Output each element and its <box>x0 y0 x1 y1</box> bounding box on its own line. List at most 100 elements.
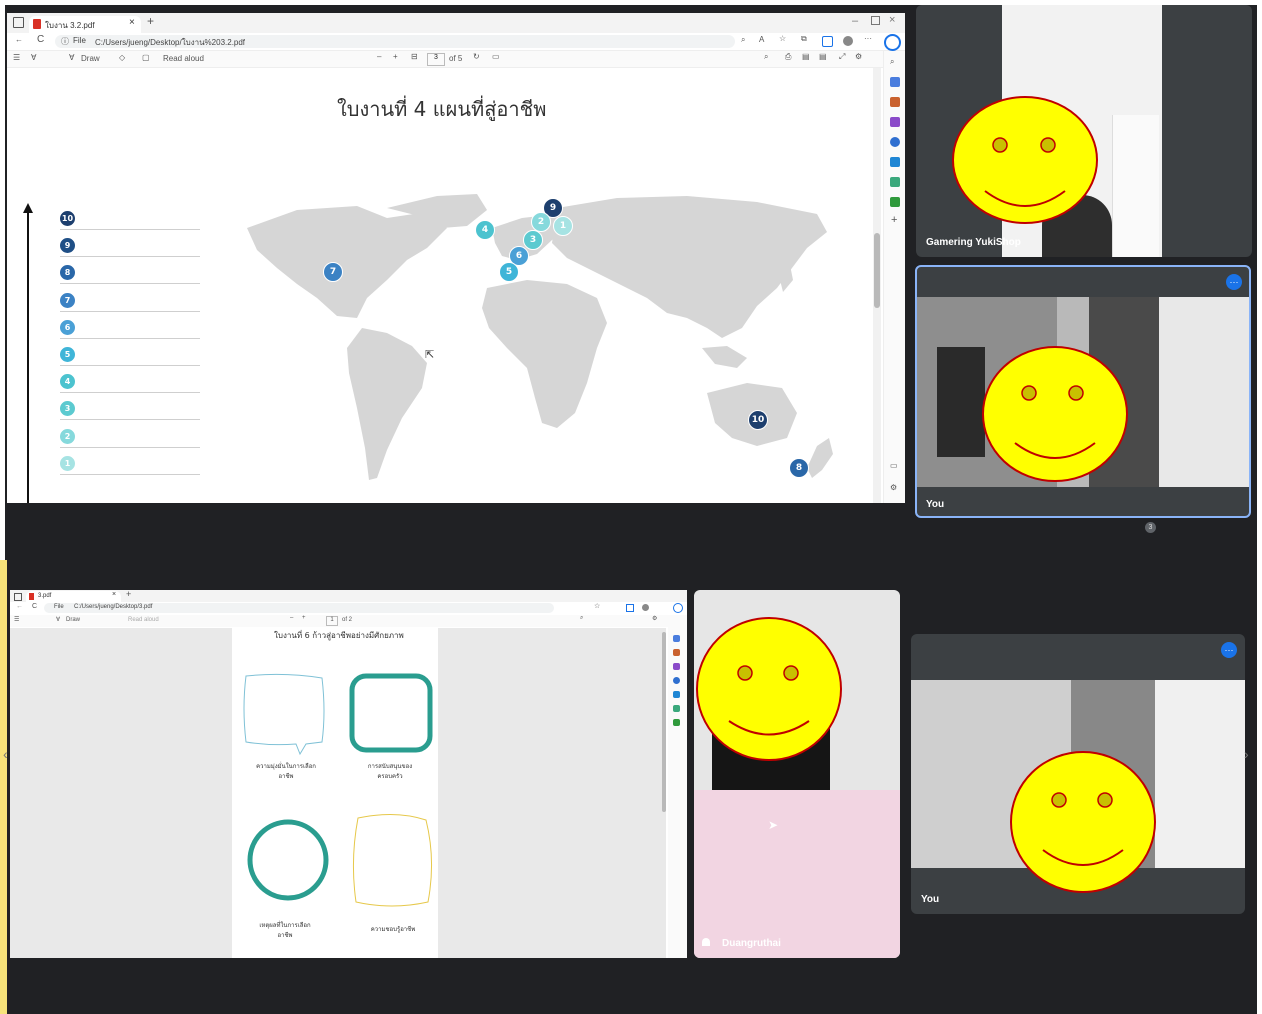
sidebar-outlook-icon[interactable] <box>673 691 680 698</box>
refresh-icon[interactable]: C <box>37 34 44 45</box>
sidebar-settings-icon[interactable]: ⚙ <box>890 483 897 492</box>
more-options-icon[interactable]: ··· <box>1221 642 1237 658</box>
sidebar-tree-icon[interactable] <box>890 197 900 207</box>
minimize-icon[interactable]: – <box>852 15 858 27</box>
save-icon[interactable]: ▤ <box>802 52 810 61</box>
pdf-icon <box>33 19 41 29</box>
sidebar-tools-icon[interactable] <box>673 649 680 656</box>
extension-icon[interactable] <box>626 604 634 612</box>
rotate-icon[interactable]: ↻ <box>473 52 480 61</box>
zoom-icon[interactable]: ⌕ <box>741 35 745 45</box>
draw-button[interactable]: Draw <box>66 617 80 623</box>
edge-sidebar <box>668 615 687 958</box>
sidebar-tools-icon[interactable] <box>890 97 900 107</box>
favorite-icon[interactable]: ☆ <box>594 602 600 610</box>
sidebar-games-icon[interactable] <box>890 117 900 127</box>
maximize-icon[interactable] <box>871 16 880 25</box>
sidebar-search-icon[interactable]: ⌕ <box>890 57 894 67</box>
read-aloud-button[interactable]: Read aloud <box>128 617 159 623</box>
page-number-input[interactable]: 1 <box>326 616 338 626</box>
scale-line <box>60 392 200 394</box>
back-icon[interactable]: ← <box>16 603 23 610</box>
page-number-input[interactable]: 3 <box>427 53 445 66</box>
refresh-icon[interactable]: C <box>32 603 37 610</box>
sidebar-tree-icon[interactable] <box>673 719 680 726</box>
scale-line <box>60 310 200 312</box>
sidebar-designer-icon[interactable] <box>890 177 900 187</box>
read-mode-icon[interactable]: A <box>759 35 764 44</box>
sidebar-add-icon[interactable]: + <box>891 214 897 226</box>
video-door <box>1112 115 1159 257</box>
text-icon[interactable]: ▢ <box>142 53 150 62</box>
read-aloud-button[interactable]: Read aloud <box>163 54 204 63</box>
copilot-icon[interactable] <box>673 603 683 613</box>
sidebar-shopping-icon[interactable] <box>673 635 680 642</box>
sidebar-outlook-icon[interactable] <box>890 157 900 167</box>
circle-shape <box>247 819 329 901</box>
sidebar-office-icon[interactable] <box>890 137 900 147</box>
scale-line <box>60 473 200 475</box>
tab-close-icon[interactable]: × <box>112 591 116 598</box>
window-menu-icon[interactable] <box>14 593 22 601</box>
tab-bar: ใบงาน 3.2.pdf × + – × <box>7 13 905 34</box>
back-icon[interactable]: ← <box>15 35 23 44</box>
smiley-face-icon <box>1010 751 1156 893</box>
participant-tile-you-top[interactable]: ··· You <box>915 265 1251 518</box>
map-pin-10: 10 <box>748 410 768 430</box>
profile-icon[interactable] <box>642 604 649 611</box>
erase-icon[interactable]: ◇ <box>119 53 125 62</box>
tab-pdf[interactable]: ใบงาน 3.2.pdf × <box>29 16 141 33</box>
new-tab-icon[interactable]: + <box>147 14 154 28</box>
chevron-right-icon[interactable]: › <box>1244 746 1249 762</box>
contents-icon[interactable]: ☰ <box>14 616 19 623</box>
chevron-left-icon[interactable]: ‹ <box>3 746 8 762</box>
window-menu-icon[interactable] <box>13 17 24 28</box>
menu-dots-icon[interactable]: ··· <box>864 34 872 43</box>
collections-icon[interactable]: ⧉ <box>801 34 807 44</box>
profile-icon[interactable] <box>843 36 853 46</box>
new-tab-icon[interactable]: + <box>126 590 131 599</box>
sidebar-games-icon[interactable] <box>673 663 680 670</box>
page-view-icon[interactable]: ▭ <box>492 52 500 61</box>
settings-icon[interactable]: ⚙ <box>855 52 862 61</box>
search-pdf-icon[interactable]: ⌕ <box>580 615 583 622</box>
fullscreen-icon[interactable]: ⤢ <box>839 52 845 62</box>
participant-tile-top[interactable]: Gamering YukiShop <box>916 5 1252 257</box>
address-bar[interactable]: ⓘ File C:/Users/jueng/Desktop/ใบงาน%203.… <box>55 35 735 48</box>
tab-close-icon[interactable]: × <box>129 17 135 28</box>
sidebar-layout-icon[interactable]: ▭ <box>890 461 898 470</box>
scroll-thumb[interactable] <box>874 233 880 308</box>
zoom-in-icon[interactable]: + <box>302 615 306 621</box>
pdf-scrollbar[interactable] <box>662 632 666 812</box>
more-options-icon[interactable]: ··· <box>1226 274 1242 290</box>
settings-icon[interactable]: ⚙ <box>652 615 657 622</box>
zoom-out-icon[interactable]: – <box>377 52 381 61</box>
extension-icon[interactable] <box>822 36 833 47</box>
fit-page-icon[interactable]: ⊟ <box>411 52 418 61</box>
sidebar-office-icon[interactable] <box>673 677 680 684</box>
save-as-icon[interactable]: ▤ <box>819 52 827 61</box>
draw-button[interactable]: Draw <box>81 54 100 63</box>
mouse-cursor-icon: ➤ <box>768 818 779 832</box>
zoom-in-icon[interactable]: + <box>393 52 398 61</box>
left-edge-strip <box>0 560 7 1014</box>
close-window-icon[interactable]: × <box>889 14 895 26</box>
sidebar-shopping-icon[interactable] <box>890 77 900 87</box>
participant-tile-you-bottom[interactable]: ··· You <box>911 634 1245 914</box>
copilot-icon[interactable] <box>884 34 901 51</box>
pdf-scrollbar[interactable] <box>873 68 881 503</box>
draw-icon[interactable]: ∀ <box>56 616 60 623</box>
search-pdf-icon[interactable]: ⌕ <box>764 52 768 62</box>
info-icon[interactable]: ⓘ <box>61 36 69 47</box>
highlight-icon[interactable]: ∀ <box>31 53 36 62</box>
participant-tile-center[interactable]: ➤ Duangruthai <box>694 590 900 958</box>
print-icon[interactable]: ⎙ <box>785 52 791 62</box>
draw-icon[interactable]: ∀ <box>69 53 74 62</box>
zoom-out-icon[interactable]: – <box>290 615 293 621</box>
contents-icon[interactable]: ☰ <box>13 53 20 62</box>
favorite-icon[interactable]: ☆ <box>779 34 786 43</box>
tab-pdf[interactable]: 3.pdf × <box>26 591 121 602</box>
address-bar[interactable]: File C:/Users/jueng/Desktop/3.pdf <box>44 603 554 613</box>
scale-number-3: 3 <box>60 401 75 417</box>
sidebar-designer-icon[interactable] <box>673 705 680 712</box>
